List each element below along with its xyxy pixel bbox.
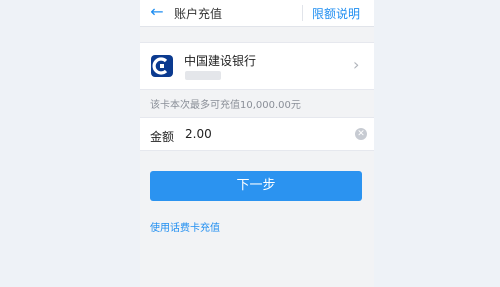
ccb-logo-icon: [151, 55, 173, 77]
next-button[interactable]: 下一步: [150, 171, 362, 201]
chevron-right-icon: ›: [353, 55, 360, 74]
phone-card-topup-link[interactable]: 使用话费卡充值: [150, 219, 220, 234]
bank-name: 中国建设银行: [184, 54, 257, 68]
limit-info-link[interactable]: 限额说明: [312, 5, 360, 22]
amount-row: 金额 ✕: [140, 117, 374, 151]
header-divider: [302, 5, 303, 21]
clear-icon[interactable]: ✕: [355, 128, 367, 140]
masked-card-number: [185, 71, 221, 80]
amount-label: 金额: [150, 130, 175, 144]
page-title: 账户充值: [174, 7, 223, 21]
arrow-left-icon[interactable]: ←: [148, 3, 166, 21]
amount-input[interactable]: [185, 126, 335, 142]
top-bar: ← 账户充值 限额说明: [140, 0, 374, 27]
recharge-screen: ← 账户充值 限额说明 中国建设银行 › 该卡本次最多可充值10,000.00元…: [140, 0, 374, 287]
bank-card-selector[interactable]: 中国建设银行 ›: [140, 42, 374, 90]
limit-note: 该卡本次最多可充值10,000.00元: [150, 100, 301, 111]
